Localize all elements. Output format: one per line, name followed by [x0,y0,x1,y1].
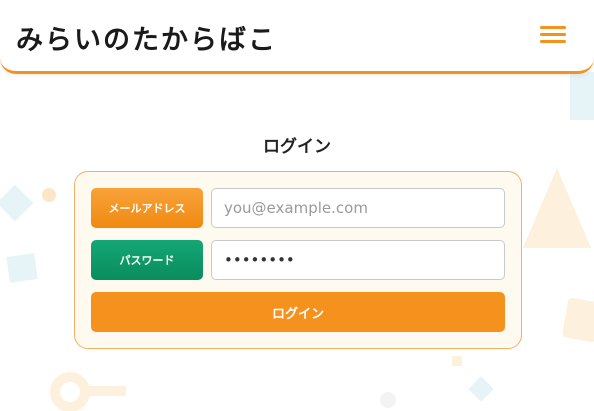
email-label: メールアドレス [91,188,203,228]
decorative-shape [380,392,396,408]
login-form: メールアドレス パスワード ログイン [74,171,522,349]
page-title: ログイン [263,137,331,157]
decorative-shape [42,188,56,202]
decorative-shape [570,72,594,120]
decorative-shape [0,184,34,222]
decorative-shape [452,356,462,366]
page: みらいのたからばこ ログイン メールアドレス パスワード ログイン [0,0,594,411]
decorative-shape [523,168,591,248]
key-decoration-icon [50,372,90,411]
menu-bar [540,26,566,29]
site-header: みらいのたからばこ [0,0,594,74]
site-logo[interactable]: みらいのたからばこ [16,18,277,57]
password-label: パスワード [91,240,203,280]
email-field[interactable] [211,188,505,228]
password-field[interactable] [211,240,505,280]
decorative-shape [561,297,594,343]
menu-bar [540,40,566,43]
login-button[interactable]: ログイン [91,292,505,332]
hamburger-menu-icon[interactable] [540,24,566,46]
menu-bar [540,33,566,36]
key-decoration-icon [86,386,126,396]
decorative-shape [6,253,38,283]
decorative-shape [468,376,494,402]
